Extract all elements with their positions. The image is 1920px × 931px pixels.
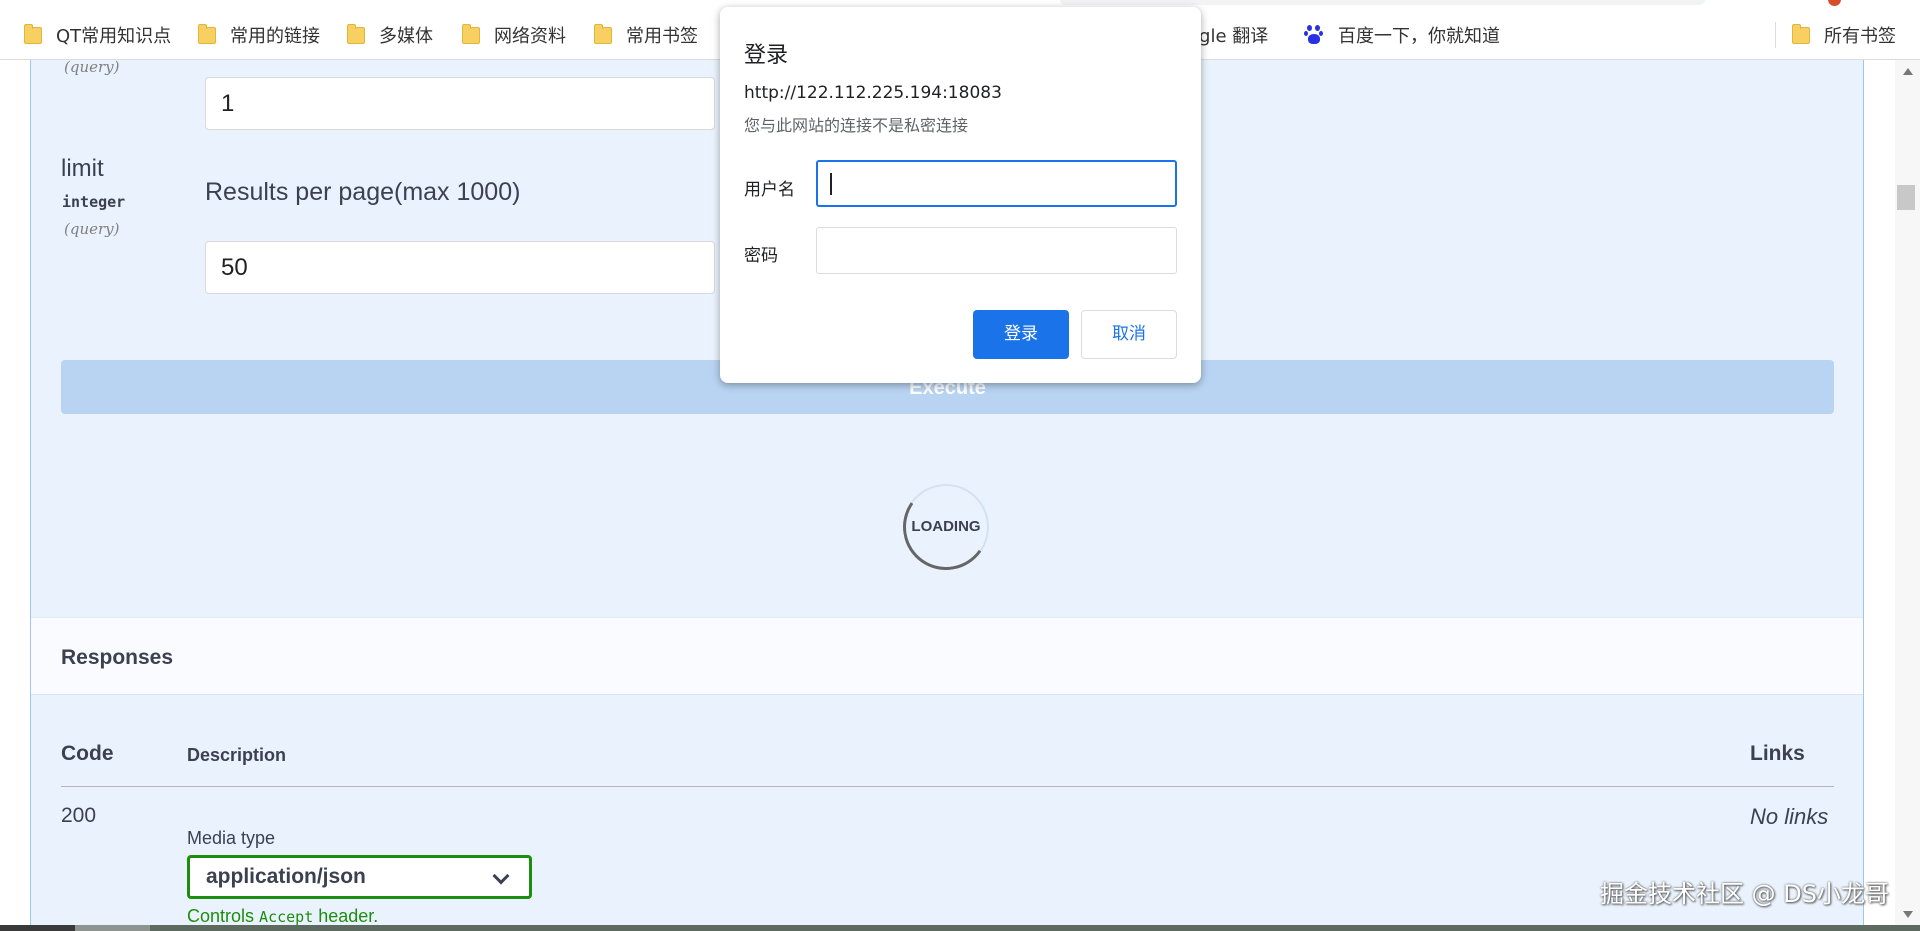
param-limit-in: (query): [64, 220, 120, 238]
login-button[interactable]: 登录: [973, 310, 1069, 359]
address-bar-edge: [1060, 0, 1705, 5]
bookmark-links[interactable]: 常用的链接: [198, 22, 320, 48]
limit-input[interactable]: 50: [205, 241, 715, 294]
folder-icon: [1792, 23, 1810, 44]
response-code: 200: [61, 804, 97, 827]
bookmark-label: 常用书签: [626, 26, 698, 47]
col-description: Description: [187, 745, 287, 765]
table-divider: [61, 786, 1834, 787]
controls-code: Accept: [259, 908, 314, 926]
bookmark-qt[interactable]: QT常用知识点: [24, 22, 171, 48]
cancel-button[interactable]: 取消: [1081, 310, 1177, 359]
baidu-icon: [1304, 25, 1324, 45]
page-input[interactable]: 1: [205, 77, 715, 130]
dialog-title: 登录: [744, 43, 789, 68]
param-page-in: (query): [64, 58, 120, 76]
media-type-value: application/json: [206, 865, 366, 888]
folder-icon: [198, 23, 216, 44]
media-type-label: Media type: [187, 828, 276, 848]
controls-accept-note: Controls Accept header.: [187, 906, 378, 927]
scroll-up-icon[interactable]: [1903, 68, 1913, 75]
all-bookmarks[interactable]: 所有书签: [1792, 22, 1896, 48]
username-label: 用户名: [744, 180, 795, 200]
bottom-strip-segment: [75, 925, 150, 931]
responses-header: Responses: [31, 617, 1863, 695]
bookmark-label: QT常用知识点: [56, 26, 172, 47]
dialog-subtitle: 您与此网站的连接不是私密连接: [744, 116, 969, 135]
bookmark-common[interactable]: 常用书签: [594, 22, 698, 48]
col-links: Links: [1750, 742, 1805, 765]
loading-spinner: LOADING: [896, 477, 996, 577]
folder-icon: [594, 23, 612, 44]
dialog-url: http://122.112.225.194:18083: [744, 83, 1002, 103]
bookmark-baidu[interactable]: 百度一下，你就知道: [1304, 22, 1500, 48]
bottom-strip: [0, 925, 1920, 931]
watermark: 掘金技术社区 @ DS小龙哥: [1600, 880, 1889, 908]
all-bookmarks-label: 所有书签: [1824, 26, 1896, 47]
username-field[interactable]: [816, 160, 1177, 207]
response-links: No links: [1750, 804, 1829, 829]
col-code: Code: [61, 742, 114, 765]
page-scrollbar[interactable]: [1895, 60, 1920, 931]
password-field[interactable]: [816, 227, 1177, 274]
scroll-down-icon[interactable]: [1903, 911, 1913, 918]
responses-title: Responses: [61, 646, 174, 669]
bookmark-multimedia[interactable]: 多媒体: [347, 22, 433, 48]
bookmark-label: 多媒体: [379, 26, 433, 47]
bookmark-label: 百度一下，你就知道: [1338, 26, 1500, 47]
bookmark-label: 网络资料: [494, 26, 566, 47]
bottom-strip-segment: [0, 925, 75, 931]
bookmark-network[interactable]: 网络资料: [462, 22, 566, 48]
scrollbar-thumb[interactable]: [1897, 185, 1915, 210]
loading-text: LOADING: [911, 518, 981, 535]
media-type-select[interactable]: application/json: [187, 855, 532, 899]
profile-avatar[interactable]: [1828, 0, 1841, 6]
folder-icon: [462, 23, 480, 44]
text-caret: [830, 173, 832, 195]
controls-pre: Controls: [187, 906, 255, 926]
controls-post: header.: [318, 906, 379, 926]
bookmarks-divider: [1775, 22, 1776, 48]
param-limit-type: integer: [62, 193, 126, 211]
param-limit-name: limit: [61, 155, 104, 182]
folder-icon: [24, 23, 42, 44]
param-limit-description: Results per page(max 1000): [205, 178, 521, 206]
password-label: 密码: [744, 246, 778, 266]
bookmark-label: 常用的链接: [230, 26, 320, 47]
folder-icon: [347, 23, 365, 44]
chevron-down-icon: [492, 867, 510, 885]
login-dialog: 登录 http://122.112.225.194:18083 您与此网站的连接…: [720, 7, 1201, 383]
